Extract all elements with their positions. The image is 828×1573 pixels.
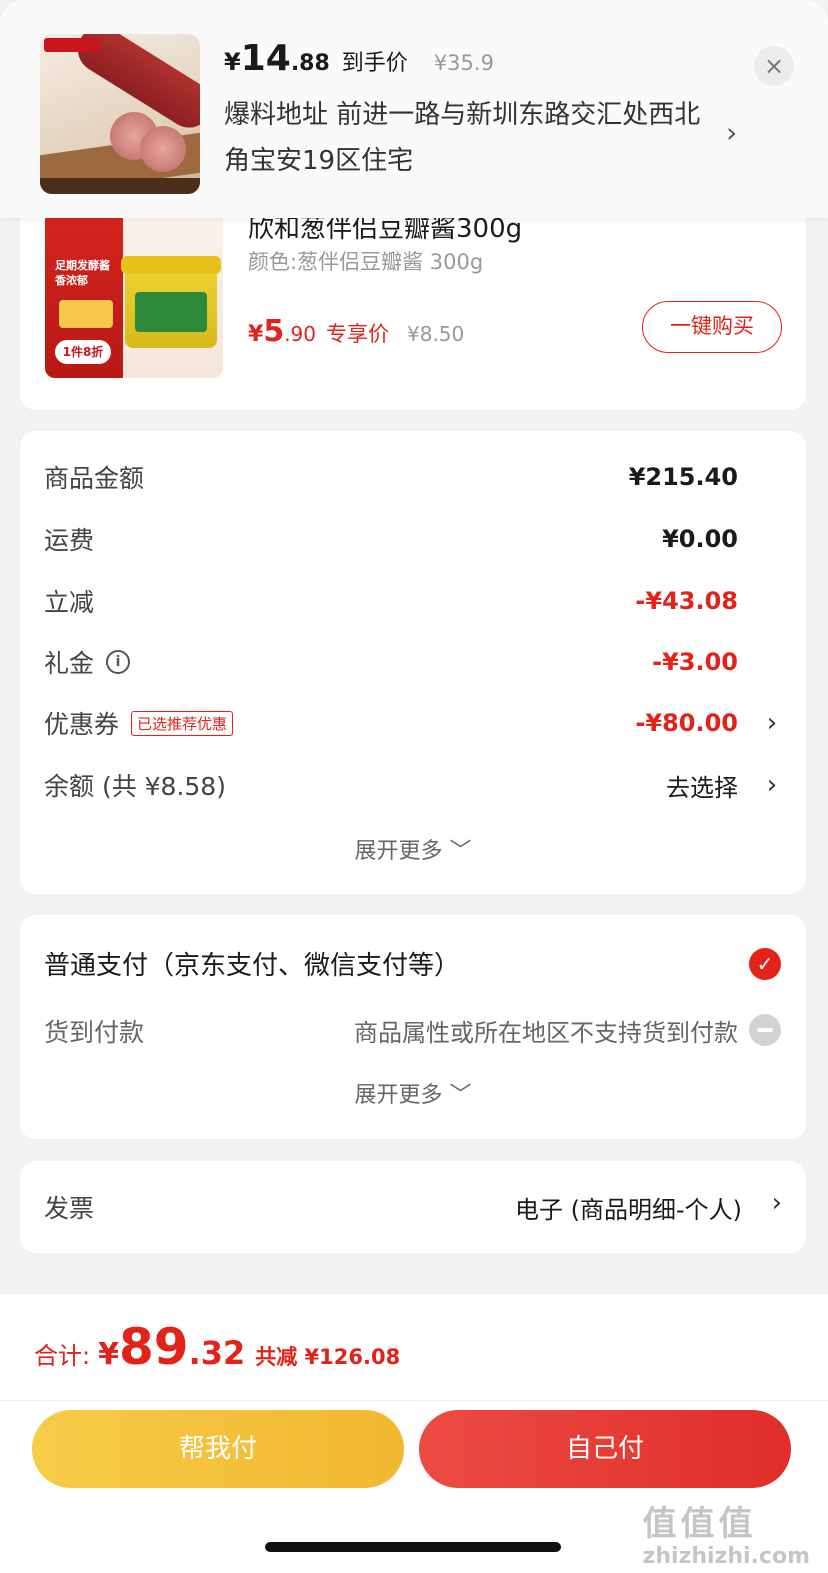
popup-price: ¥ 14 .88 到手价 ¥35.9 [224,38,494,79]
total-label: 合计: [34,1342,91,1370]
home-indicator[interactable] [265,1542,561,1552]
amount-label: 运费 [44,526,95,555]
price-decimal: .90 [284,322,316,346]
total-currency: ¥ [98,1337,119,1372]
amount-row-balance[interactable]: 余额 (共 ¥8.58) 去选择 › [44,765,782,805]
product-image[interactable]: 足期发酵酱香浓郁 1件8折 [45,200,223,378]
disabled-icon [749,1014,781,1046]
help-me-pay-button[interactable]: 帮我付 [32,1410,404,1488]
slice-shape [140,126,186,172]
balance-select[interactable]: 去选择 [666,768,738,803]
chevron-right-icon[interactable]: › [762,770,782,800]
amount-value: -¥3.00 [652,648,738,676]
amount-row-goods: 商品金额 ¥215.40 [44,457,782,497]
amount-label: 商品金额 [44,464,145,493]
jar-label-shape [135,292,207,332]
order-total: 合计: ¥ 89 .32 共减 ¥126.08 [34,1318,400,1376]
jar-lid-shape [121,256,221,274]
amount-row-instant-discount: 立减 -¥43.08 [44,581,782,621]
amounts-card: 商品金额 ¥215.40 运费 ¥0.00 立减 -¥43.08 礼金 i -¥… [20,431,806,894]
checkout-footer: 合计: ¥ 89 .32 共减 ¥126.08 帮我付 自己付 值值值 zhiz… [0,1294,828,1573]
close-icon[interactable]: × [754,46,794,86]
total-integer: 89 [118,1318,189,1376]
amount-value: -¥43.08 [635,587,738,615]
image-strip [40,178,200,194]
cod-payment-option: 货到付款 [44,1018,145,1047]
total-savings: 共减 ¥126.08 [255,1345,401,1369]
amount-row-shipping: 运费 ¥0.00 [44,519,782,559]
expand-more-button[interactable]: 展开更多 ﹀ [20,1077,806,1109]
info-icon[interactable]: i [106,650,131,674]
price-decimal: .88 [290,51,330,76]
payment-card: 普通支付（京东支付、微信支付等） ✓ 货到付款 商品属性或所在地区不支持货到付款… [20,915,806,1139]
popup-address[interactable]: 爆料地址 前进一路与新圳东路交汇处西北角宝安19区住宅 [224,92,714,184]
chevron-right-icon[interactable]: › [762,708,782,738]
price-integer: 14 [240,38,291,79]
normal-payment-option[interactable]: 普通支付（京东支付、微信支付等） [44,945,460,982]
watermark-url: zhizhizhi.com [642,1544,810,1569]
price-label: 到手价 [341,51,408,76]
expand-more-button[interactable]: 展开更多 ﹀ [20,833,806,865]
amount-label: 优惠券 [44,710,120,739]
popup-product-image[interactable] [40,34,200,194]
coupon-badge: 已选推荐优惠 [131,710,234,736]
original-price: ¥8.50 [407,322,465,346]
amount-value: ¥0.00 [662,525,738,553]
total-decimal: .32 [188,1334,246,1372]
price-currency: ¥ [248,322,264,347]
amount-label: 余额 (共 ¥8.58) [44,772,226,801]
product-popup: ¥ 14 .88 到手价 ¥35.9 爆料地址 前进一路与新圳东路交汇处西北角宝… [0,0,828,218]
divider [0,1400,828,1401]
amount-value: -¥80.00 [635,709,738,737]
image-badge [59,300,113,328]
watermark-logo: 值值值 [642,1504,757,1544]
original-price: ¥35.9 [433,51,494,75]
discount-tag: 1件8折 [55,340,111,364]
invoice-value: 电子 (商品明细-个人) [514,1196,742,1224]
amount-label: 立减 [44,588,95,617]
one-click-buy-button[interactable]: 一键购买 [642,301,782,353]
chevron-right-icon[interactable]: › [726,116,737,149]
amount-row-gift: 礼金 i -¥3.00 [44,642,782,682]
amount-value: ¥215.40 [628,463,738,491]
price-label: 专享价 [326,322,389,346]
brand-logo [44,38,100,52]
amount-row-coupon[interactable]: 优惠券 已选推荐优惠 -¥80.00 › [44,703,782,743]
price-integer: 5 [263,314,285,349]
check-icon[interactable]: ✓ [749,948,781,980]
chevron-right-icon[interactable]: › [772,1188,782,1218]
image-slogan: 足期发酵酱香浓郁 [55,259,110,287]
amount-label: 礼金 [44,649,95,678]
invoice-card[interactable]: 发票 电子 (商品明细-个人) › [20,1161,806,1253]
price-currency: ¥ [224,48,241,76]
watermark: 值值值 zhizhizhi.com [643,1504,810,1569]
invoice-label: 发票 [44,1194,95,1223]
pay-myself-button[interactable]: 自己付 [419,1410,791,1488]
product-price: ¥ 5 .90 专享价 ¥8.50 [248,314,464,349]
cod-unavailable-note: 商品属性或所在地区不支持货到付款 [354,1019,738,1047]
product-spec: 颜色:葱伴侣豆瓣酱 300g [248,250,484,274]
